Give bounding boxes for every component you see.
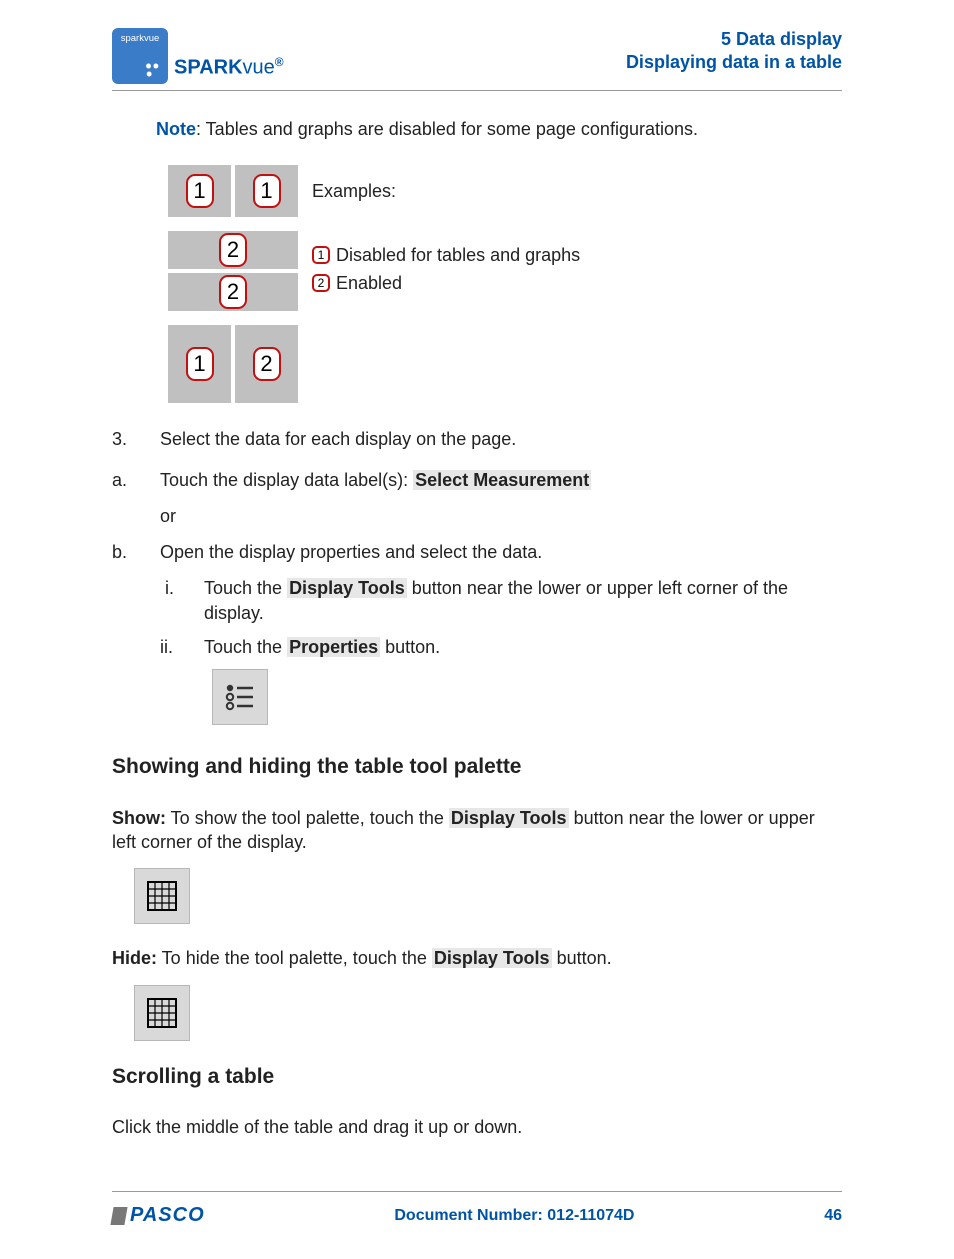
table-grid-icon [134,985,190,1041]
layout-pane: 1 [168,325,231,403]
page-number: 46 [824,1205,842,1227]
example-graphic-2: 2 2 [168,231,298,311]
step-b-i-content: Touch the Display Tools button near the … [204,576,842,625]
pasco-mark-icon [110,1207,127,1225]
or-text: or [160,504,842,528]
layout-pane: 2 [168,273,298,311]
step-3: 3. Select the data for each display on t… [112,427,842,451]
callout-1-icon: 1 [186,174,214,208]
display-tools-label: Display Tools [287,578,407,598]
callout-1-icon: 1 [186,347,214,381]
list-marker: b. [112,540,160,564]
example-row-2: 2 2 1 Disabled for tables and graphs 2 E… [168,231,842,311]
step-b-i: i. Touch the Display Tools button near t… [160,576,842,625]
show-paragraph: Show: To show the tool palette, touch th… [112,806,842,855]
step-bi-pre: Touch the [204,578,287,598]
section-show-hide-title: Showing and hiding the table tool palett… [112,753,842,781]
layout-pane: 2 [168,231,298,269]
layout-pane: 2 [235,325,298,403]
properties-button-icon [212,669,268,725]
example-row-1: 1 1 Examples: [168,165,842,217]
callout-2-icon: 2 [219,275,247,309]
scrolling-text: Click the middle of the table and drag i… [112,1115,842,1139]
pasco-logo-text: PASCO [130,1202,205,1229]
select-measurement-label: Select Measurement [413,470,591,490]
step-a-content: Touch the display data label(s): Select … [160,468,842,492]
icon-label: sparkvue [121,33,160,44]
header-rule [112,90,842,91]
step-bii-pre: Touch the [204,637,287,657]
callout-2-icon: 2 [219,233,247,267]
hide-label: Hide: [112,948,157,968]
callout-2-icon: 2 [312,274,330,292]
show-label: Show: [112,808,166,828]
legend-2-text: Enabled [336,271,402,295]
step-a: a. Touch the display data label(s): Sele… [112,468,842,492]
example-graphic-3: 1 2 [168,325,298,403]
list-marker: a. [112,468,160,492]
document-number: Document Number: 012-11074D [394,1205,634,1227]
hide-pre: To hide the tool palette, touch the [157,948,432,968]
brand-pre: SPARK [174,57,243,79]
legend-1-text: Disabled for tables and graphs [336,243,580,267]
icon-dots: ••• [145,62,160,78]
examples-block: 1 1 Examples: 2 2 1 Disabled for tables … [168,165,842,403]
callout-1-icon: 1 [253,174,281,208]
brand-sup: ® [275,55,284,69]
display-tools-label: Display Tools [432,948,552,968]
show-pre: To show the tool palette, touch the [166,808,449,828]
header-left: sparkvue ••• SPARKvue® [112,28,284,84]
step-b-ii: ii. Touch the Properties button. [160,635,842,659]
step-3-text: Select the data for each display on the … [160,427,842,451]
display-tools-label: Display Tools [449,808,569,828]
note-label: Note [156,119,196,139]
callout-2-icon: 2 [253,347,281,381]
pasco-logo: PASCO [112,1202,205,1229]
header-right: 5 Data display Displaying data in a tabl… [626,28,842,75]
callout-1-icon: 1 [312,246,330,264]
brand-text: SPARKvue® [174,54,284,84]
step-b-text: Open the display properties and select t… [160,540,842,564]
layout-pane: 1 [168,165,231,217]
examples-legend: 1 Disabled for tables and graphs 2 Enabl… [312,243,580,300]
layout-pane: 1 [235,165,298,217]
section-scrolling-title: Scrolling a table [112,1063,842,1091]
example-row-3: 1 2 [168,325,842,403]
list-marker: 3. [112,427,160,451]
page-header: sparkvue ••• SPARKvue® 5 Data display Di… [112,28,842,84]
header-section: 5 Data display [626,28,842,51]
list-marker: i. [160,576,204,625]
step-a-pre: Touch the display data label(s): [160,470,413,490]
hide-post: button. [552,948,612,968]
example-graphic-1: 1 1 [168,165,298,217]
page-footer: PASCO Document Number: 012-11074D 46 [112,1191,842,1229]
step-b: b. Open the display properties and selec… [112,540,842,564]
brand-post: vue [243,57,275,79]
properties-label: Properties [287,637,380,657]
step-b-ii-content: Touch the Properties button. [204,635,842,659]
step-bii-post: button. [380,637,440,657]
list-marker: ii. [160,635,204,659]
note-text: : Tables and graphs are disabled for som… [196,119,698,139]
examples-title: Examples: [312,179,396,203]
note-line: Note: Tables and graphs are disabled for… [156,117,842,141]
sparkvue-app-icon: sparkvue ••• [112,28,168,84]
table-grid-icon [134,868,190,924]
header-subsection: Displaying data in a table [626,51,842,74]
hide-paragraph: Hide: To hide the tool palette, touch th… [112,946,842,970]
